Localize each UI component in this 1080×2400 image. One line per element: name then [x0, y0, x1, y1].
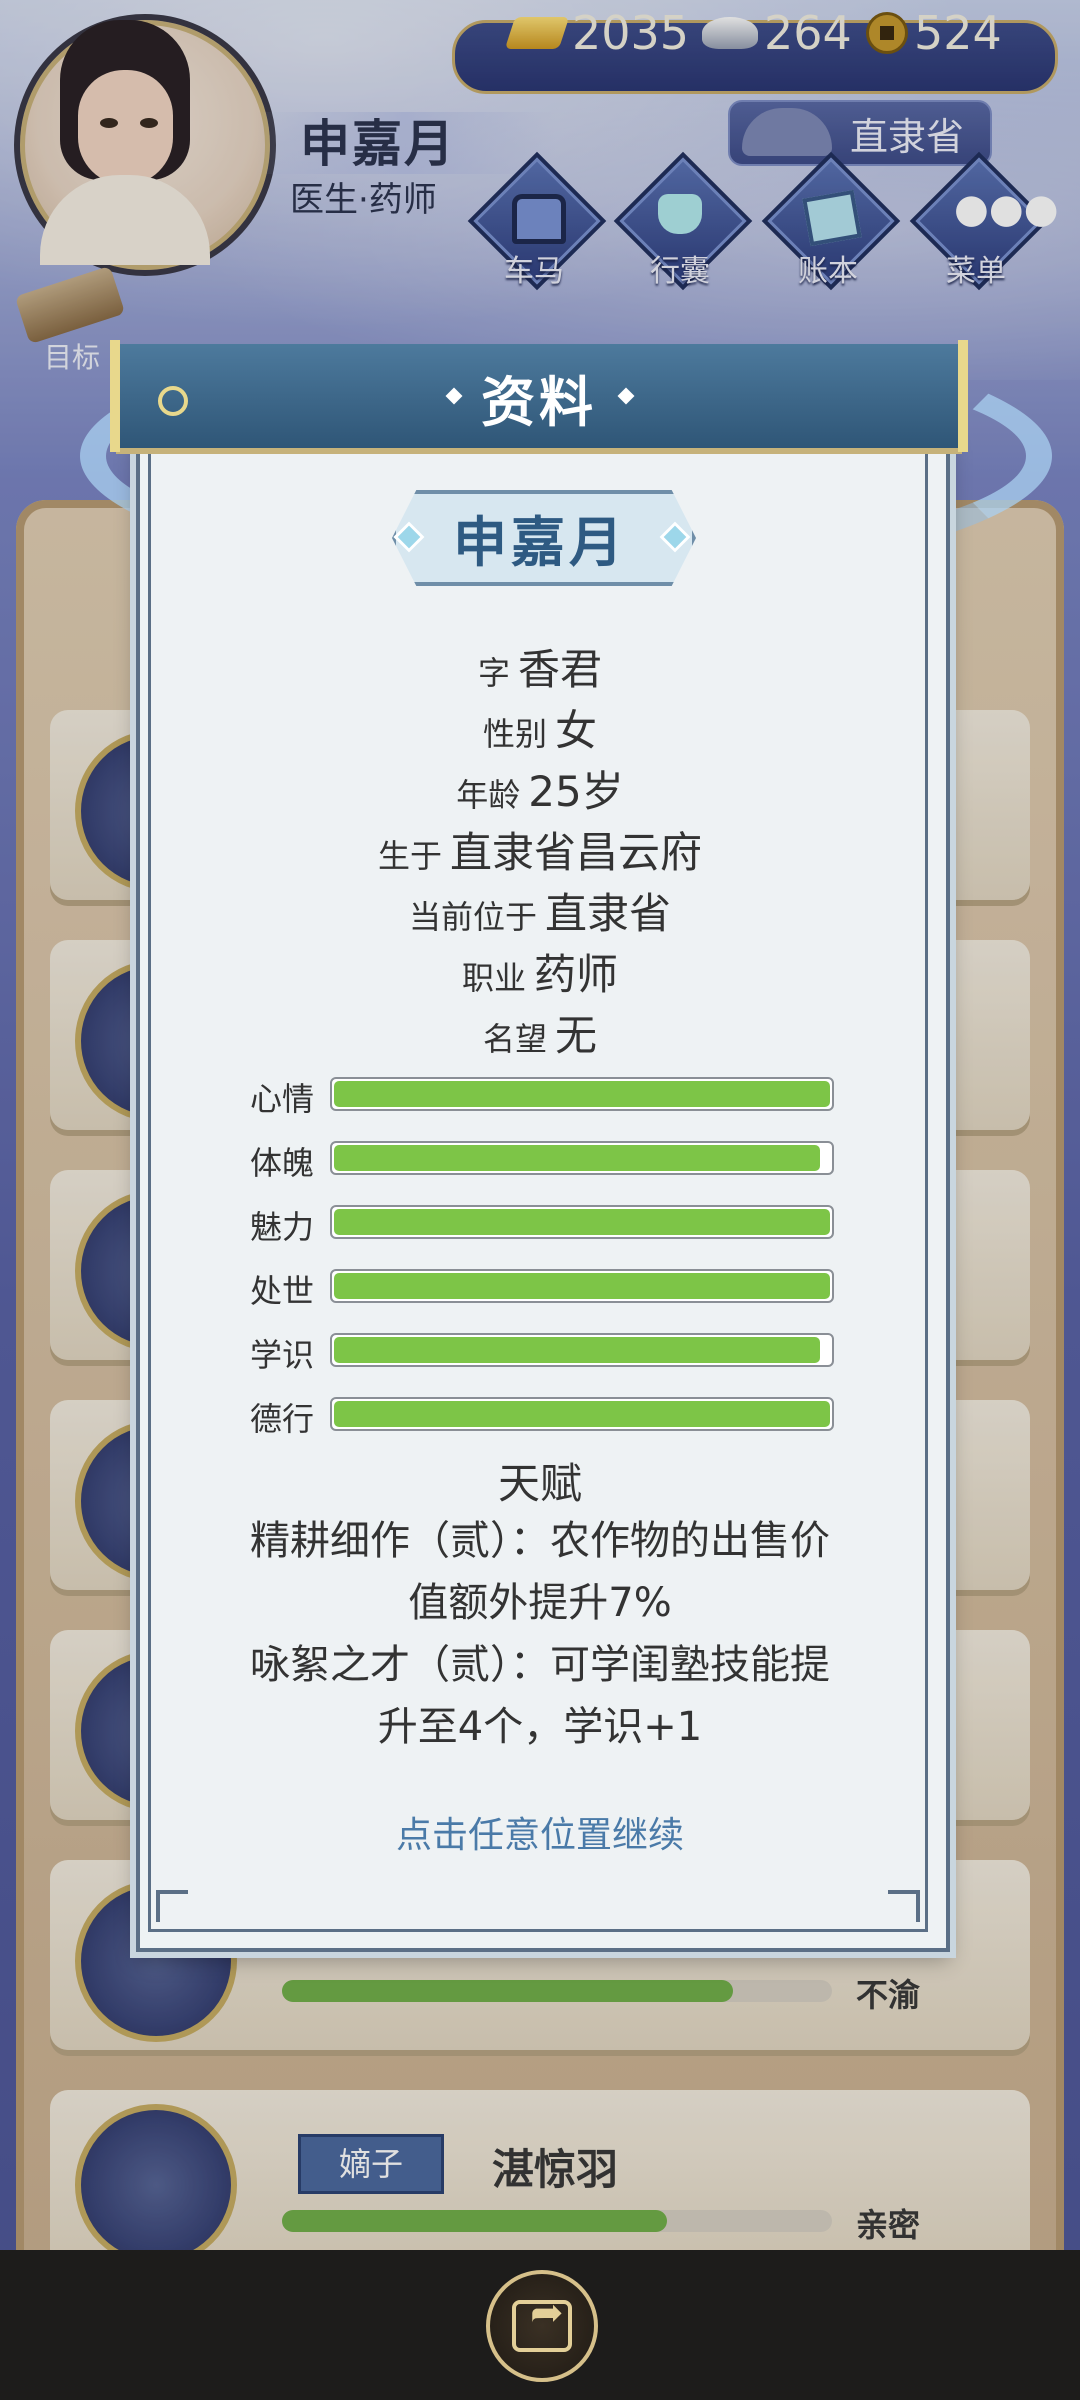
stat-bar-physique: [330, 1141, 834, 1175]
talent-line: 咏絮之才（贰）：可学闺塾技能提: [250, 1642, 830, 1688]
stat-fill: [334, 1401, 830, 1427]
stat-fill: [334, 1145, 820, 1171]
stat-fill: [334, 1081, 830, 1107]
info-key: 字: [477, 654, 510, 692]
info-value: 直隶省: [545, 889, 672, 938]
corner-ornament-left: [156, 1890, 188, 1922]
info-value: 无: [555, 1011, 598, 1060]
info-key: 生于: [377, 837, 442, 875]
info-gender: 性别女: [148, 697, 932, 758]
stat-label-social: 处世: [250, 1272, 315, 1310]
info-value: 直隶省昌云府: [450, 828, 703, 877]
stat-fill: [334, 1337, 820, 1363]
info-value: 香君: [518, 645, 603, 694]
continue-hint[interactable]: 点击任意位置继续: [148, 1806, 932, 1858]
talent-line: 升至4个，学识+1: [377, 1704, 703, 1750]
info-value: 女: [555, 706, 598, 755]
info-reputation: 名望无: [148, 1002, 932, 1063]
stat-bar-mood: [330, 1077, 834, 1111]
info-value: 药师: [534, 950, 619, 999]
info-courtesy-name: 字香君: [148, 636, 932, 697]
stat-bar-social: [330, 1269, 834, 1303]
info-key: 年龄: [456, 776, 521, 814]
stat-fill: [334, 1273, 830, 1299]
talent-line: 值额外提升7%: [408, 1580, 672, 1626]
share-arrow-icon: ➦: [530, 2290, 564, 2336]
dialog-title: 资料: [481, 371, 597, 434]
info-birthplace: 生于 直隶省昌云府: [148, 819, 932, 880]
character-name: 申嘉月: [453, 511, 627, 574]
info-occupation: 职业 药师: [148, 941, 932, 1002]
stat-label-virtue: 德行: [250, 1400, 315, 1438]
info-value: 25岁: [528, 767, 624, 816]
stat-label-charm: 魅力: [250, 1208, 315, 1246]
stat-label-mood: 心情: [250, 1080, 315, 1118]
info-age: 年龄 25岁: [148, 758, 932, 819]
info-key: 当前位于: [408, 898, 537, 936]
stat-label-physique: 体魄: [250, 1144, 315, 1182]
stat-fill: [334, 1209, 830, 1235]
stat-bar-knowledge: [330, 1333, 834, 1367]
info-key: 名望: [482, 1020, 547, 1058]
stat-label-knowledge: 学识: [250, 1336, 315, 1374]
talent-line: 精耕细作（贰）：农作物的出售价: [250, 1518, 830, 1564]
talent-title: 天赋: [497, 1459, 582, 1508]
info-current-location: 当前位于 直隶省: [148, 880, 932, 941]
stat-bar-charm: [330, 1205, 834, 1239]
info-key: 性别: [482, 715, 547, 753]
info-key: 职业: [461, 959, 526, 997]
corner-ornament-right: [888, 1890, 920, 1922]
stat-bar-virtue: [330, 1397, 834, 1431]
